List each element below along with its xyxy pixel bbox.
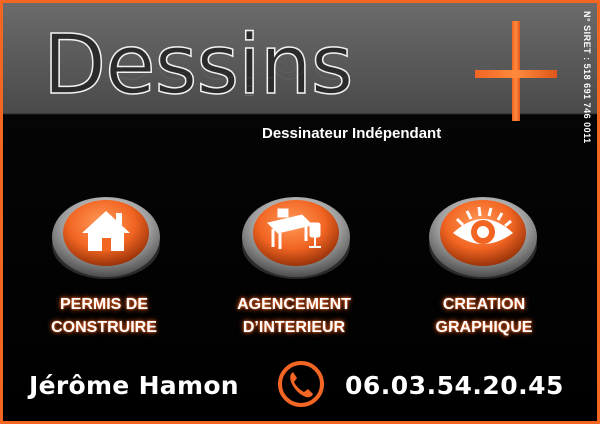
- siret-number: N° SIRET : 518 691 746 0011: [582, 11, 592, 144]
- service-label-creation: CREATION GRAPHIQUE: [435, 296, 533, 336]
- plus-logo-icon: [475, 21, 557, 121]
- service-button-permis[interactable]: [50, 183, 162, 283]
- brand-name: Dessins: [42, 18, 354, 113]
- contact-name: Jérôme Hamon: [29, 371, 239, 400]
- service-label-permis: PERMIS DE CONSTRUIRE: [51, 296, 157, 336]
- phone-number[interactable]: 06.03.54.20.45: [345, 371, 564, 400]
- subtitle: Dessinateur Indépendant: [262, 125, 442, 142]
- service-button-agencement[interactable]: [240, 183, 352, 283]
- service-label-agencement: AGENCEMENT D’INTERIEUR: [237, 296, 351, 336]
- service-button-creation[interactable]: [427, 183, 539, 283]
- business-card: Dessins Dessins Dessinateur Indépendant …: [0, 0, 600, 424]
- phone-icon[interactable]: [276, 359, 326, 409]
